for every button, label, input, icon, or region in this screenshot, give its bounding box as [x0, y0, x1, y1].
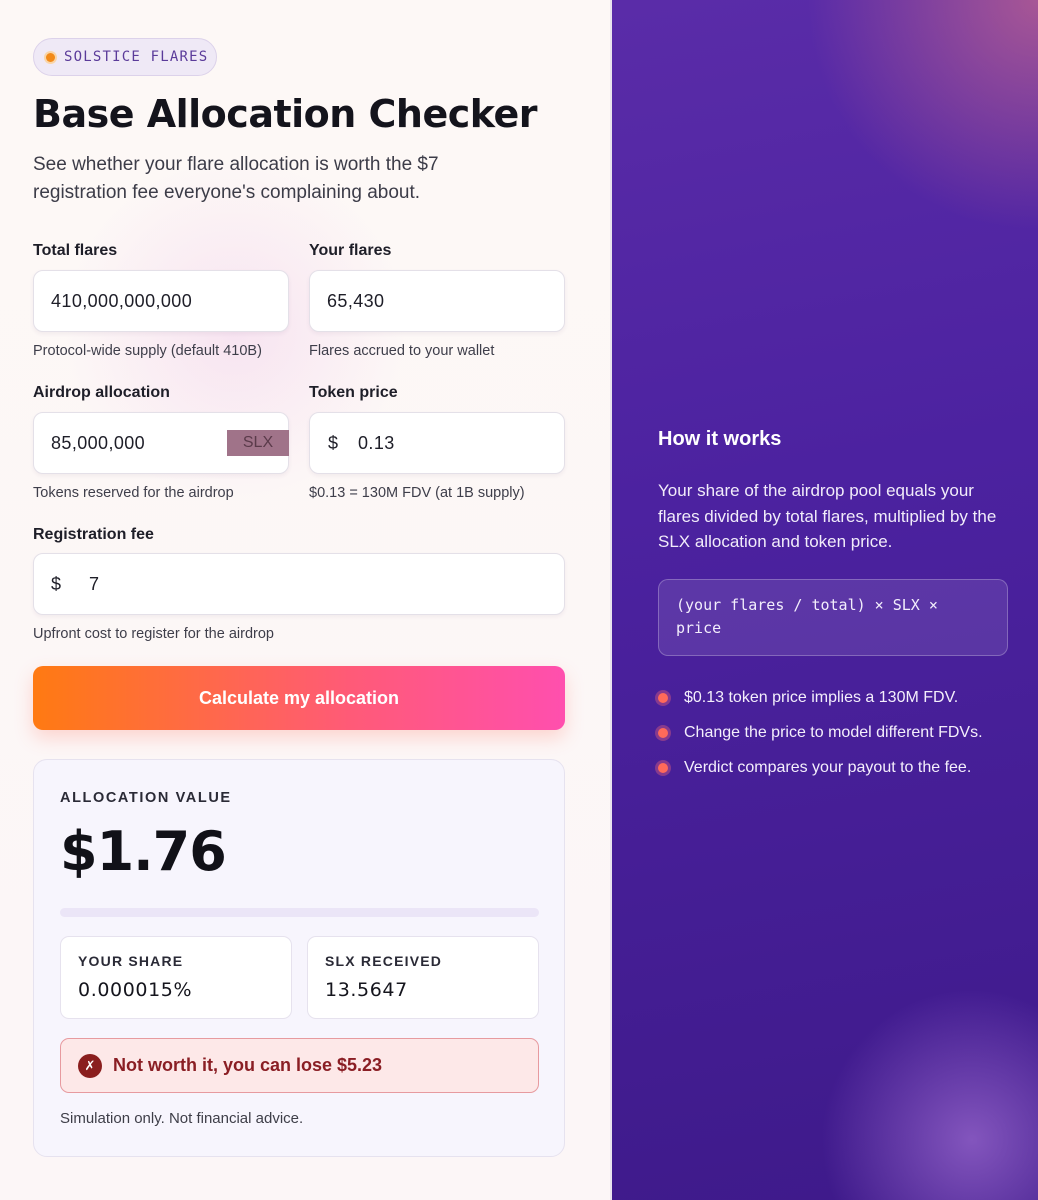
slx-received-value: 13.5647 — [325, 979, 408, 1001]
info-panel: How it works Your share of the airdrop p… — [612, 0, 1038, 1200]
bullet-dot-icon — [658, 762, 668, 773]
allocation-value-heading: ALLOCATION VALUE — [60, 790, 232, 806]
total-flares-input[interactable]: 410,000,000,000 — [33, 270, 289, 332]
total-flares-helper: Protocol-wide supply (default 410B) — [33, 343, 262, 359]
bullet-dot-icon — [658, 692, 668, 703]
result-card: ALLOCATION VALUE $1.76 YOUR SHARE 0.0000… — [33, 759, 565, 1157]
calculator-panel: SOLSTICE FLARES Base Allocation Checker … — [0, 0, 612, 1200]
brand-badge-label: SOLSTICE FLARES — [64, 49, 209, 65]
token-price-helper: $0.13 = 130M FDV (at 1B supply) — [309, 485, 525, 501]
dot-icon — [46, 52, 55, 62]
registration-fee-helper: Upfront cost to register for the airdrop — [33, 626, 274, 642]
verdict-banner: ✗ Not worth it, you can lose $5.23 — [60, 1038, 539, 1093]
registration-fee-label: Registration fee — [33, 526, 154, 543]
airdrop-allocation-helper: Tokens reserved for the airdrop — [33, 485, 234, 501]
registration-fee-value[interactable]: 7 — [89, 574, 99, 595]
total-flares-label: Total flares — [33, 242, 118, 259]
how-it-works-bullets: $0.13 token price implies a 130M FDV. Ch… — [658, 680, 983, 785]
calculate-button[interactable]: Calculate my allocation — [33, 666, 565, 730]
slx-received-label: SLX RECEIVED — [325, 953, 443, 969]
page-subtitle: See whether your flare allocation is wor… — [33, 154, 439, 203]
allocation-value: $1.76 — [60, 820, 227, 883]
your-share-stat: YOUR SHARE 0.000015% — [60, 936, 292, 1019]
slx-unit-tag: SLX — [227, 430, 289, 456]
token-price-value[interactable]: 0.13 — [358, 433, 395, 454]
bullet-text: Verdict compares your payout to the fee. — [684, 758, 972, 776]
slx-received-stat: SLX RECEIVED 13.5647 — [307, 936, 539, 1019]
page-title: Base Allocation Checker — [33, 92, 538, 136]
your-flares-input[interactable]: 65,430 — [309, 270, 565, 332]
airdrop-allocation-label: Airdrop allocation — [33, 384, 170, 401]
allocation-progress-bar — [60, 908, 539, 917]
list-item: Verdict compares your payout to the fee. — [658, 750, 983, 785]
formula-box: (your flares / total) × SLX × price — [658, 579, 1008, 656]
disclaimer: Simulation only. Not financial advice. — [60, 1110, 304, 1127]
brand-badge: SOLSTICE FLARES — [33, 38, 217, 76]
list-item: Change the price to model different FDVs… — [658, 715, 983, 750]
x-icon: ✗ — [78, 1053, 102, 1078]
bullet-text: $0.13 token price implies a 130M FDV. — [684, 688, 959, 706]
your-flares-label: Your flares — [309, 242, 392, 259]
bullet-dot-icon — [658, 727, 668, 738]
token-price-input[interactable]: $ 0.13 — [309, 412, 565, 474]
verdict-text: Not worth it, you can lose $5.23 — [113, 1055, 383, 1075]
your-flares-helper: Flares accrued to your wallet — [309, 343, 495, 359]
your-share-value: 0.000015% — [78, 979, 193, 1001]
dollar-prefix: $ — [51, 573, 62, 594]
your-share-label: YOUR SHARE — [78, 953, 184, 969]
token-price-label: Token price — [309, 384, 398, 401]
airdrop-allocation-value[interactable]: 85,000,000 — [51, 433, 145, 454]
how-it-works-title: How it works — [658, 428, 782, 450]
airdrop-allocation-input[interactable]: 85,000,000 SLX — [33, 412, 289, 474]
how-it-works-description: Your share of the airdrop pool equals yo… — [658, 481, 997, 551]
your-flares-value[interactable]: 65,430 — [327, 291, 384, 312]
dollar-prefix: $ — [328, 432, 339, 453]
total-flares-value[interactable]: 410,000,000,000 — [51, 291, 192, 312]
registration-fee-input[interactable]: $ 7 — [33, 553, 565, 615]
list-item: $0.13 token price implies a 130M FDV. — [658, 680, 983, 715]
bullet-text: Change the price to model different FDVs… — [684, 723, 983, 741]
